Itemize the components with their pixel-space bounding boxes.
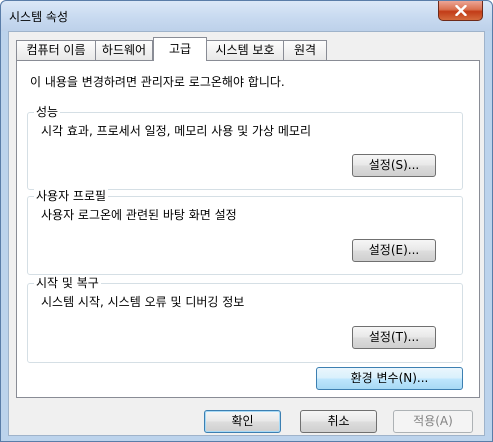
performance-title: 성능: [34, 105, 61, 119]
tab-system-protection[interactable]: 시스템 보호: [206, 40, 284, 61]
tab-advanced[interactable]: 고급: [153, 37, 207, 61]
user-profiles-title: 사용자 프로필: [34, 189, 109, 203]
performance-description: 시각 효과, 프로세서 일정, 메모리 사용 및 가상 메모리: [41, 124, 311, 138]
title-bar[interactable]: 시스템 속성: [1, 1, 492, 31]
close-icon: [454, 5, 467, 16]
window-title: 시스템 속성: [9, 10, 69, 24]
user-profiles-description: 사용자 로그온에 관련된 바탕 화면 설정: [41, 208, 237, 222]
cancel-button[interactable]: 취소: [300, 410, 377, 433]
startup-recovery-description: 시스템 시작, 시스템 오류 및 디버깅 정보: [41, 295, 245, 309]
tab-computer-name[interactable]: 컴퓨터 이름: [16, 40, 96, 61]
environment-variables-button[interactable]: 환경 변수(N)...: [316, 367, 463, 390]
startup-recovery-title: 시작 및 복구: [34, 276, 101, 290]
tab-hardware[interactable]: 하드웨어: [95, 40, 153, 61]
user-profiles-group: 사용자 프로필 사용자 로그온에 관련된 바탕 화면 설정 설정(E)...: [27, 189, 463, 275]
user-profiles-settings-button[interactable]: 설정(E)...: [352, 239, 436, 262]
advanced-tab-panel: 이 내용을 변경하려면 관리자로 로그온해야 합니다. 성능 시각 효과, 프로…: [16, 60, 480, 398]
admin-notice: 이 내용을 변경하려면 관리자로 로그온해야 합니다.: [30, 75, 285, 89]
dialog-body: 컴퓨터 이름 하드웨어 고급 시스템 보호 원격 이 내용을 변경하려면 관리자…: [8, 31, 485, 436]
close-button[interactable]: [438, 1, 483, 21]
performance-group: 성능 시각 효과, 프로세서 일정, 메모리 사용 및 가상 메모리 설정(S)…: [27, 105, 463, 190]
startup-recovery-group: 시작 및 복구 시스템 시작, 시스템 오류 및 디버깅 정보 설정(T)...: [27, 276, 463, 363]
performance-settings-button[interactable]: 설정(S)...: [352, 154, 436, 177]
apply-button: 적용(A): [393, 410, 473, 433]
tab-remote[interactable]: 원격: [283, 40, 327, 61]
ok-button[interactable]: 확인: [204, 410, 281, 433]
system-properties-window: 시스템 속성 컴퓨터 이름 하드웨어 고급 시스템 보호 원격 이 내용을 변경…: [0, 0, 493, 442]
startup-recovery-settings-button[interactable]: 설정(T)...: [352, 326, 436, 349]
